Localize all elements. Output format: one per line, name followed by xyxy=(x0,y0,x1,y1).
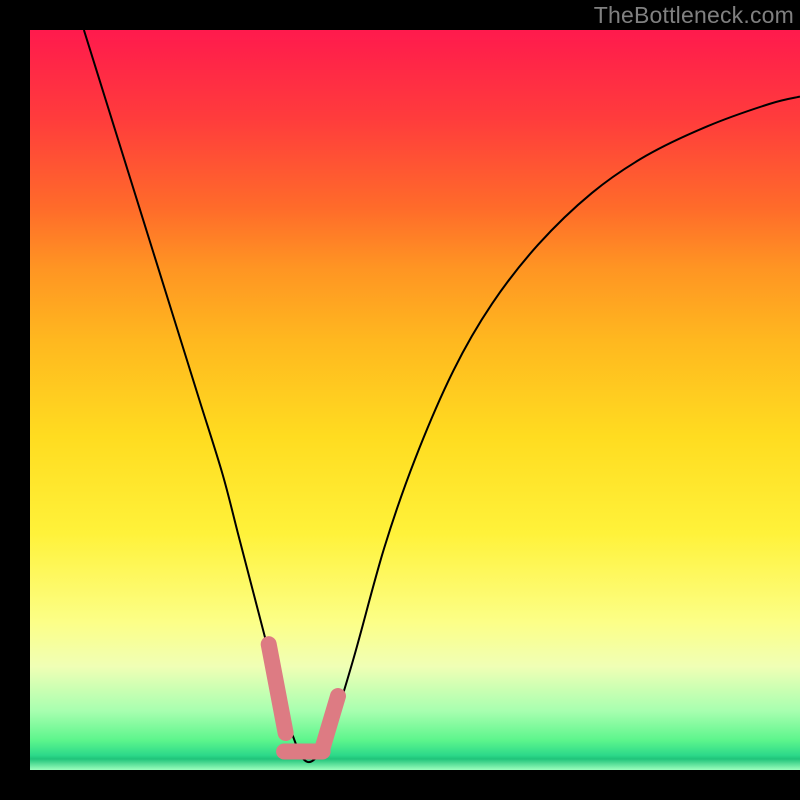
chart-svg xyxy=(30,30,800,770)
bottleneck-curve xyxy=(84,30,800,762)
highlight-segment xyxy=(323,696,338,748)
highlight-segment xyxy=(269,644,286,733)
chart-container: TheBottleneck.com xyxy=(0,0,800,800)
highlight-dashes xyxy=(269,644,338,751)
watermark-text: TheBottleneck.com xyxy=(594,2,794,29)
plot-area xyxy=(30,30,800,770)
